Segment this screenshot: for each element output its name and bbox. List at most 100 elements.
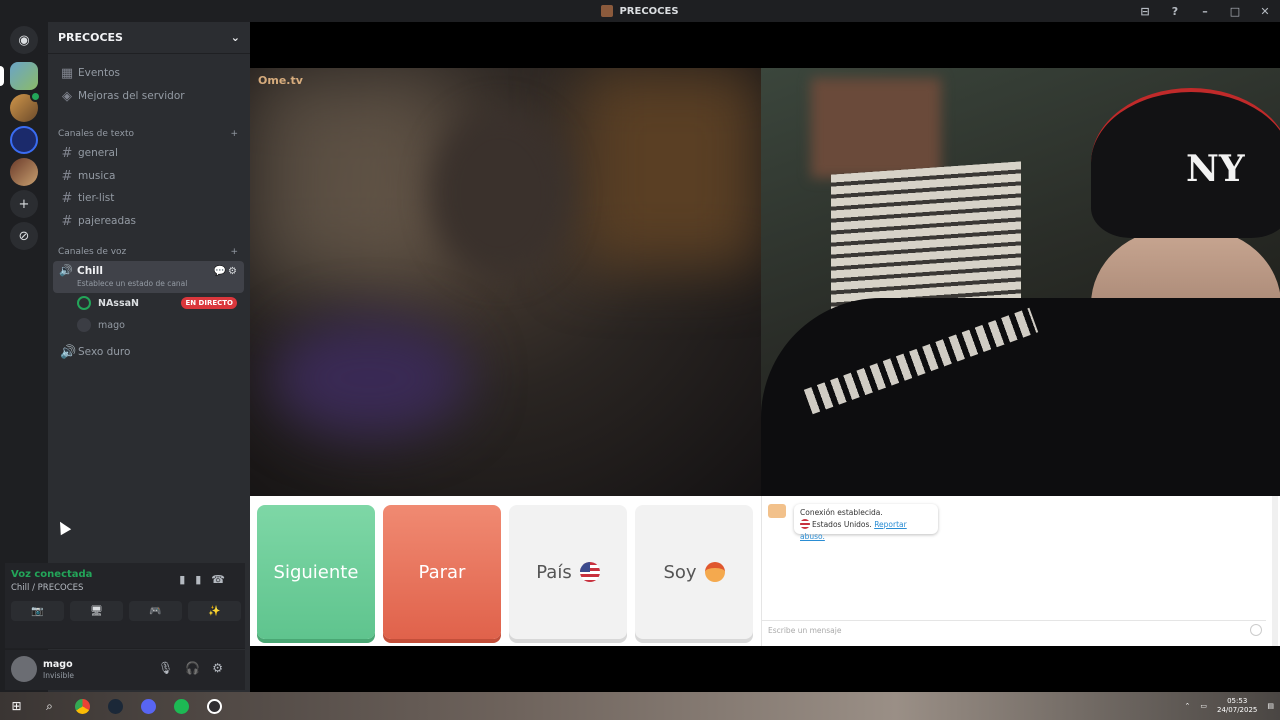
next-button[interactable]: Siguiente [257,505,375,639]
us-flag-icon [579,562,600,582]
user-name: mago [98,319,125,331]
windows-start-icon[interactable]: ⊞ [0,692,33,720]
maximize-button[interactable]: □ [1220,5,1250,18]
add-channel-icon[interactable]: + [230,247,238,257]
disconnect-icon[interactable]: ☎ [211,573,235,586]
minimize-button[interactable]: – [1190,5,1220,18]
mic-icon[interactable]: 🎙 [158,661,185,675]
server-name: PRECOCES [58,31,123,44]
clock[interactable]: 05:53 24/07/2025 [1217,697,1257,715]
hash-icon: # [61,145,73,161]
channel-actions-icons[interactable]: 💬⚙ [214,266,239,277]
chevron-down-icon: ⌄ [230,31,240,44]
self-video: NY [761,68,1280,496]
add-channel-icon[interactable]: + [230,129,238,139]
ometv-chat-icon [768,504,786,518]
soundboard-button[interactable]: ✨ [188,601,241,621]
speaker-icon: 🔊 [59,264,73,277]
voice-badge-icon [30,91,41,102]
voice-channels-category[interactable]: Canales de voz + [58,247,238,257]
headphones-icon[interactable]: 🎧 [185,661,212,675]
voice-channel-chill[interactable]: 🔊 Chill Establece un estado de canal 💬⚙ [53,261,244,293]
search-icon[interactable]: ⌕ [33,692,66,720]
discord-icon[interactable] [132,692,165,720]
boost-icon: ◈ [62,88,72,104]
background-figure [811,78,941,178]
taskbar: ⊞ ⌕ ⌃ ▭ 05:53 24/07/2025 ▤ [0,692,1280,720]
tray-chevron-icon[interactable]: ⌃ [1185,702,1191,710]
category-label: Canales de voz [58,247,127,257]
ometv-controls: Siguiente Parar País Soy Conexión establ… [250,496,1280,646]
live-badge: EN DIRECTO [181,297,237,309]
window-title: PRECOCES [619,5,679,17]
noise-icon[interactable]: ▮▮ [179,573,211,586]
activities-button[interactable]: 🎮 [129,601,182,621]
voice-buttons: 📷 🖥 🎮 ✨ [11,601,241,621]
channel-general[interactable]: # general [56,142,242,164]
server-4-icon[interactable] [10,158,38,186]
boosts-item[interactable]: ◈ Mejoras del servidor [56,85,242,107]
voice-channel-name: Chill [77,265,103,277]
voice-user-nassan[interactable]: NAssaN EN DIRECTO [77,293,241,313]
inbox-icon[interactable]: ⊟ [1130,5,1160,18]
connection-text: Conexión establecida. [800,508,883,517]
user-controls: 🎙🎧⚙ [158,661,235,675]
server-app-icon [601,5,614,17]
obs-icon[interactable] [198,692,231,720]
network-icon[interactable]: ▭ [1200,702,1207,710]
text-channels-category[interactable]: Canales de texto + [58,129,238,139]
chrome-icon[interactable] [66,692,99,720]
emoji-icon[interactable] [1250,624,1262,636]
add-server-icon[interactable]: + [10,190,38,218]
channel-label: Sexo duro [78,346,131,358]
window-titlebar: PRECOCES ⊟ ? – □ ✕ [0,0,1280,22]
user-name: NAssaN [98,297,139,309]
user-avatar[interactable] [11,656,37,682]
voice-connection-panel: Voz conectada Chill / PRECOCES ▮▮☎ 📷 🖥 🎮… [5,563,245,649]
server-1-icon[interactable] [10,62,38,90]
chat-scrollbar[interactable] [1272,496,1278,646]
category-label: Canales de texto [58,129,134,139]
events-item[interactable]: ▦ Eventos [56,62,242,84]
chat-panel: Conexión establecida. Estados Unidos. Re… [761,496,1280,646]
gear-icon[interactable]: ⚙ [212,661,235,675]
stranger-video: Ome.tv [250,68,761,496]
gender-button[interactable]: Soy [635,505,753,639]
screen-share-button[interactable]: 🖥 [70,601,123,621]
voice-status[interactable]: Voz conectada [11,569,92,580]
steam-icon[interactable] [99,692,132,720]
message-placeholder: Escribe un mensaje [768,626,842,635]
us-flag-icon [800,519,810,529]
spotify-icon[interactable] [165,692,198,720]
voice-channel-status[interactable]: Establece un estado de canal [77,279,187,288]
discord-home-icon[interactable]: ◉ [10,26,38,54]
hash-icon: # [61,213,73,229]
channel-tier-list[interactable]: # tier-list [56,187,242,209]
server-3-icon[interactable] [10,126,38,154]
country-text: Estados Unidos. [812,520,872,529]
explore-icon[interactable]: ⊘ [10,222,38,250]
hash-icon: # [61,168,73,184]
avatar [77,296,91,310]
country-label: País [536,561,572,583]
voice-channel-sexo-duro[interactable]: 🔊 Sexo duro [56,341,242,363]
camera-button[interactable]: 📷 [11,601,64,621]
notifications-icon[interactable]: ▤ [1267,702,1274,710]
user-panel-status: Invisible [43,671,74,680]
speaker-icon: 🔊 [60,344,77,360]
server-header[interactable]: PRECOCES ⌄ [48,22,250,54]
voice-actions: ▮▮☎ [179,573,235,586]
help-icon[interactable]: ? [1160,5,1190,18]
channel-pajereadas[interactable]: # pajereadas [56,210,242,232]
channel-musica[interactable]: # musica [56,165,242,187]
close-button[interactable]: ✕ [1250,5,1280,18]
voice-user-mago[interactable]: mago [77,315,241,335]
server-2-icon[interactable] [10,91,41,122]
message-input[interactable]: Escribe un mensaje [762,620,1266,640]
stop-button[interactable]: Parar [383,505,501,639]
clock-time: 05:53 [1227,697,1248,705]
country-button[interactable]: País [509,505,627,639]
hash-icon: # [61,190,73,206]
clock-date: 24/07/2025 [1217,706,1258,714]
voice-location[interactable]: Chill / PRECOCES [11,583,83,593]
